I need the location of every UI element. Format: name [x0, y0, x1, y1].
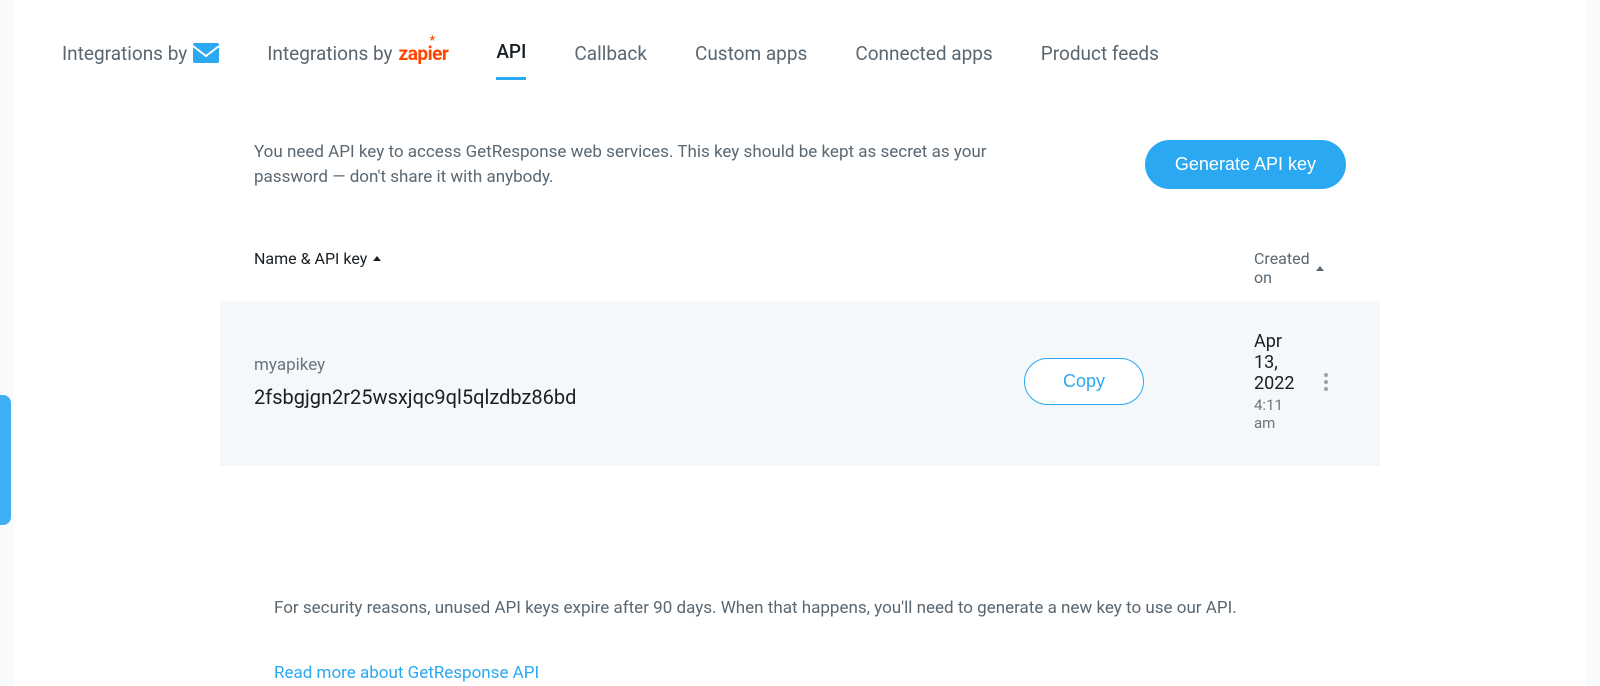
caret-up-icon — [373, 256, 381, 261]
tabs-nav: Integrations by Integrations by zapi*er … — [14, 0, 1586, 80]
tab-product-feeds[interactable]: Product feeds — [1041, 42, 1159, 79]
page-container: Integrations by Integrations by zapi*er … — [14, 0, 1586, 686]
api-key-cell: myapikey 2fsbgjgn2r25wsxjqc9ql5qlzdbz86b… — [254, 355, 1024, 409]
api-keys-table: Name & API key Created on myapikey 2fsbg — [220, 249, 1380, 466]
created-cell: Apr 13, 2022 4:11 am — [1254, 331, 1306, 432]
created-time: 4:11 am — [1254, 396, 1306, 432]
footer-note: For security reasons, unused API keys ex… — [274, 596, 1326, 621]
intro-text: You need API key to access GetResponse w… — [254, 140, 1064, 189]
tab-label: Connected apps — [855, 42, 992, 65]
tab-label: Callback — [574, 42, 647, 65]
tab-label: API — [496, 40, 526, 63]
column-label: Created on — [1254, 249, 1310, 287]
read-more-link[interactable]: Read more about GetResponse API — [274, 661, 539, 686]
feedback-side-tab[interactable] — [0, 395, 11, 525]
api-key-name: myapikey — [254, 355, 1024, 375]
tab-custom-apps[interactable]: Custom apps — [695, 42, 807, 79]
tab-api[interactable]: API — [496, 40, 526, 80]
zapier-logo: zapi*er — [399, 42, 449, 65]
caret-up-icon — [1316, 266, 1324, 271]
copy-button[interactable]: Copy — [1024, 358, 1144, 405]
table-row: myapikey 2fsbgjgn2r25wsxjqc9ql5qlzdbz86b… — [220, 301, 1380, 466]
tab-label: Integrations by — [62, 42, 187, 65]
content-area: You need API key to access GetResponse w… — [14, 80, 1586, 466]
row-actions-menu[interactable] — [1306, 367, 1346, 397]
column-label: Name & API key — [254, 249, 367, 268]
generate-api-key-button[interactable]: Generate API key — [1145, 140, 1346, 189]
sort-created-on[interactable]: Created on — [1254, 249, 1324, 287]
tab-connected-apps[interactable]: Connected apps — [855, 42, 992, 79]
tab-integrations-envelope[interactable]: Integrations by — [62, 42, 219, 79]
tab-callback[interactable]: Callback — [574, 42, 647, 79]
api-key-value: 2fsbgjgn2r25wsxjqc9ql5qlzdbz86bd — [254, 385, 1024, 409]
created-date: Apr 13, 2022 — [1254, 331, 1306, 394]
tab-integrations-zapier[interactable]: Integrations by zapi*er — [267, 42, 448, 79]
tab-label: Product feeds — [1041, 42, 1159, 65]
tab-label: Custom apps — [695, 42, 807, 65]
intro-row: You need API key to access GetResponse w… — [254, 140, 1346, 189]
table-header: Name & API key Created on — [220, 249, 1380, 301]
envelope-icon — [193, 43, 219, 63]
tab-label: Integrations by — [267, 42, 392, 65]
sort-name-api-key[interactable]: Name & API key — [254, 249, 381, 268]
